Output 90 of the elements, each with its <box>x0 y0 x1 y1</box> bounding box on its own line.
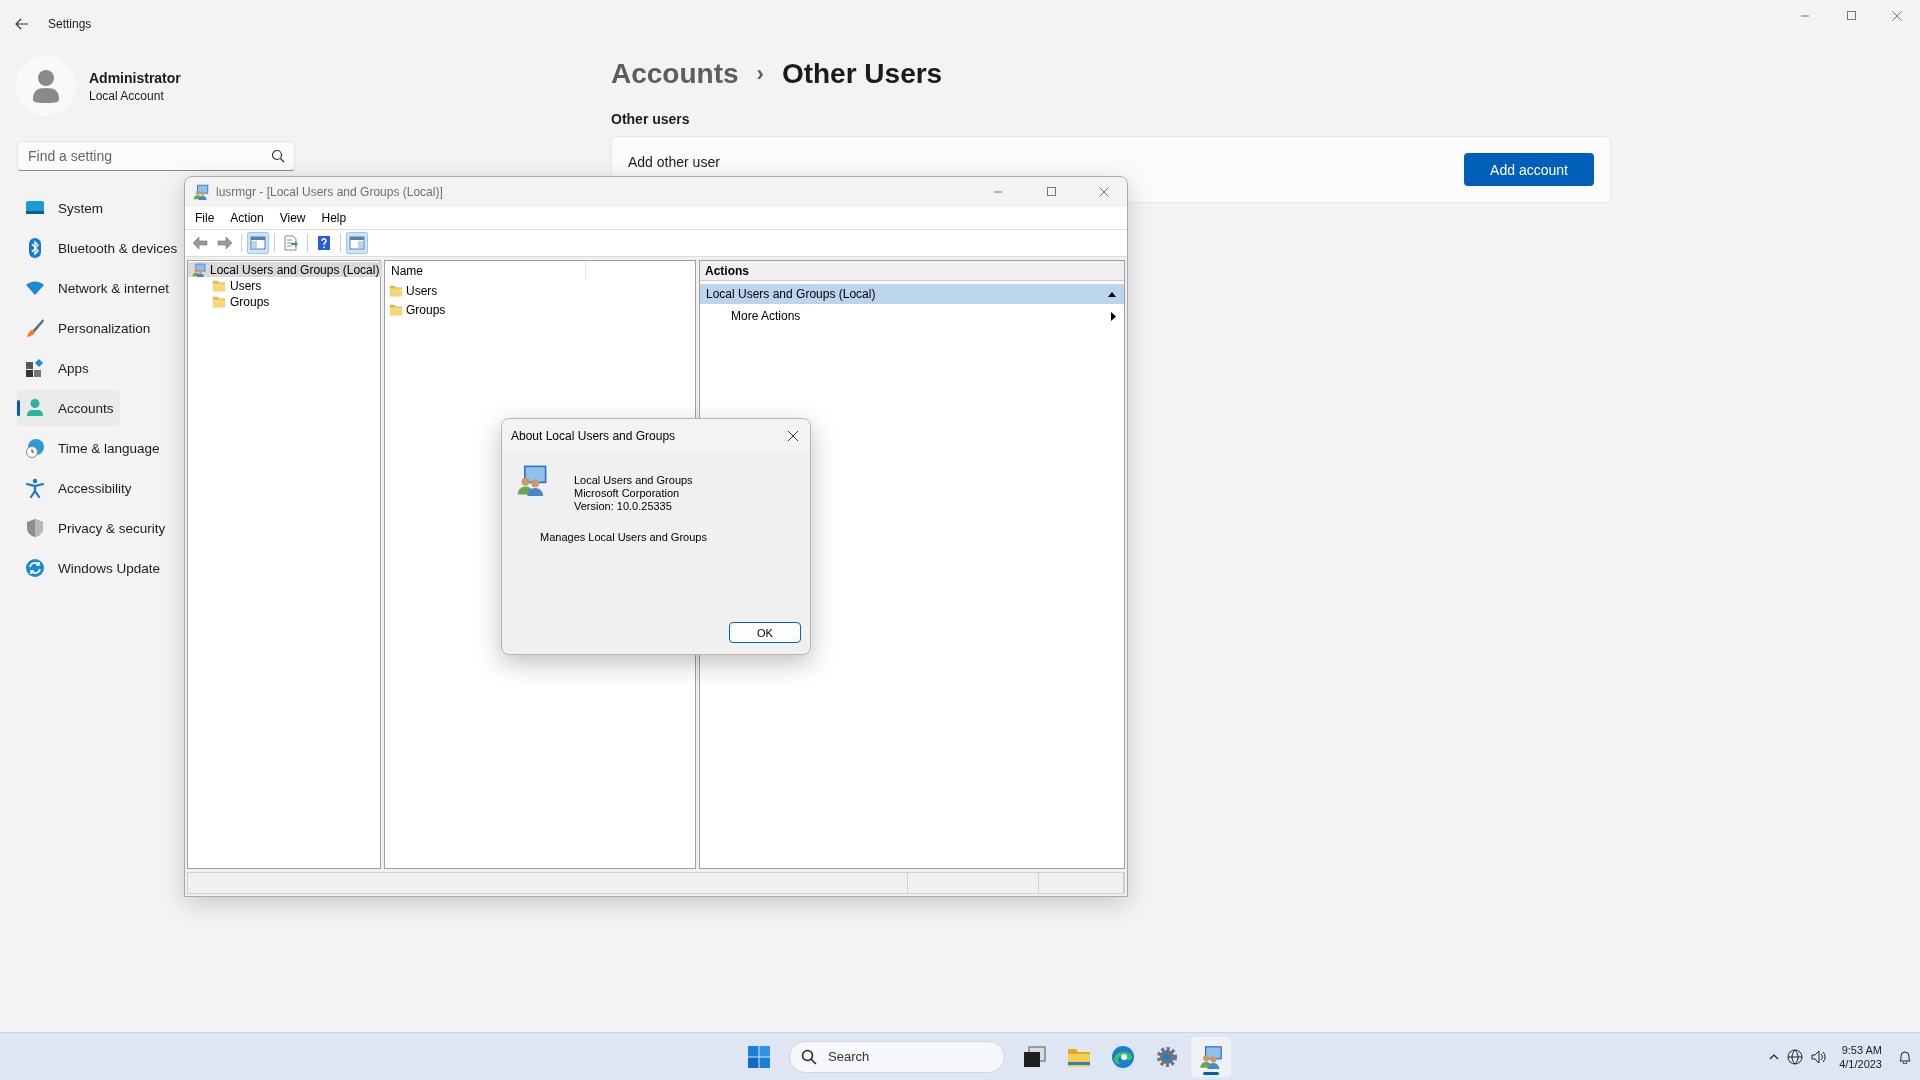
maximize-icon <box>1045 186 1057 198</box>
tree-item[interactable]: Users <box>208 278 265 293</box>
speaker-icon <box>1811 1048 1828 1065</box>
menu-item[interactable]: Help <box>313 209 355 227</box>
menu-item[interactable]: View <box>271 209 314 227</box>
clock-time[interactable]: 9:53 AM <box>1839 1042 1882 1057</box>
column-header[interactable]: Name <box>385 262 586 280</box>
active-indicator <box>1203 1071 1219 1075</box>
close-icon <box>1891 10 1903 22</box>
window-title: Settings <box>48 17 92 31</box>
card-label: Add other user <box>628 154 720 170</box>
apps-icon <box>25 358 45 378</box>
list-item[interactable]: Users <box>385 281 444 300</box>
menu-item[interactable]: Action <box>222 209 272 227</box>
close-icon <box>1098 186 1110 198</box>
nav-item[interactable]: Accounts <box>17 390 120 426</box>
right-arrow-icon <box>217 235 233 251</box>
nav-item[interactable]: Time & language <box>17 430 166 466</box>
search-field[interactable]: Find a setting <box>17 141 295 171</box>
nav-item[interactable]: Bluetooth & devices <box>17 230 184 266</box>
computer-users-icon <box>193 184 209 200</box>
help-icon <box>316 235 332 251</box>
person-icon <box>25 398 45 418</box>
ok-button[interactable]: OK <box>729 622 801 643</box>
console-tree-button[interactable] <box>247 232 269 254</box>
windows-logo-icon <box>748 1045 770 1068</box>
taskbar-search[interactable]: Search <box>789 1040 1005 1073</box>
action-item[interactable]: More Actions <box>700 304 1124 328</box>
computer-users-icon <box>1199 1044 1223 1069</box>
clock-date[interactable]: 4/1/2023 <box>1839 1056 1882 1071</box>
nav-item[interactable]: Apps <box>17 350 95 386</box>
computer-users-icon <box>191 262 207 277</box>
company-name: Microsoft Corporation <box>574 487 681 500</box>
description-text: Manages Local Users and Groups <box>540 531 708 543</box>
product-name: Local Users and Groups <box>574 474 693 487</box>
actions-header: Actions <box>700 261 1124 281</box>
folder-icon <box>389 283 403 298</box>
tree-item[interactable]: Local Users and Groups (Local) <box>188 262 383 277</box>
nav-item[interactable]: Personalization <box>17 310 157 346</box>
sync-icon <box>25 558 45 578</box>
nav-item[interactable]: Privacy & security <box>17 510 172 546</box>
maximize-icon <box>1845 10 1857 22</box>
actions-section[interactable]: Local Users and Groups (Local) <box>700 284 1124 304</box>
nav-item[interactable]: Windows Update <box>17 550 167 586</box>
computer-users-icon <box>516 464 548 496</box>
document-arrow-icon <box>283 235 299 251</box>
pane-window-icon <box>349 235 365 251</box>
add-account-button[interactable]: Add account <box>1464 153 1594 186</box>
window-title: lusrmgr - [Local Users and Groups (Local)] <box>216 185 444 199</box>
page-title: Other Users <box>781 58 943 90</box>
breadcrumb-separator: › <box>756 61 764 87</box>
search-icon <box>271 149 285 163</box>
action-pane-button[interactable] <box>346 232 368 254</box>
notification-icon <box>1898 1049 1912 1064</box>
browser-swirl-icon <box>1111 1044 1135 1069</box>
action-label: More Actions <box>731 309 801 323</box>
local-users-button[interactable] <box>1191 1036 1231 1077</box>
shield-icon <box>25 518 45 538</box>
back-arrow-icon <box>14 16 30 32</box>
submenu-arrow-icon <box>1111 311 1116 321</box>
folder-icon <box>211 294 227 309</box>
selection-indicator <box>17 400 20 416</box>
accessibility-icon <box>25 478 45 498</box>
nav-item[interactable]: System <box>17 190 109 226</box>
section-title: Other users <box>611 111 691 127</box>
settings-icon <box>1155 1044 1179 1069</box>
back-button[interactable] <box>14 16 30 32</box>
globe-icon <box>1787 1048 1804 1065</box>
nav-item[interactable]: Network & internet <box>17 270 176 306</box>
brush-icon <box>25 318 45 338</box>
user-name: Administrator <box>89 69 181 86</box>
breadcrumb-link[interactable]: Accounts <box>611 58 739 90</box>
nav-item[interactable]: Accessibility <box>17 470 138 506</box>
tree-item[interactable]: Groups <box>208 294 273 309</box>
person-silhouette-icon <box>32 69 60 103</box>
overlapping-windows-icon <box>1023 1044 1047 1069</box>
chevron-up-icon <box>1769 1053 1780 1060</box>
version-text: Version: 10.0.25335 <box>574 500 673 513</box>
pane-window-icon <box>250 235 266 251</box>
collapse-arrow-icon <box>1108 291 1116 297</box>
globe-clock-icon <box>25 438 45 458</box>
dialog-title: About Local Users and Groups <box>511 429 676 443</box>
section-label: Local Users and Groups (Local) <box>706 287 876 301</box>
left-arrow-icon <box>192 235 208 251</box>
folder-icon <box>211 278 227 293</box>
close-icon <box>787 430 799 442</box>
account-type: Local Account <box>89 88 165 103</box>
menu-item[interactable]: File <box>187 209 223 227</box>
folder-icon <box>389 302 403 317</box>
list-item[interactable]: Groups <box>385 300 452 319</box>
